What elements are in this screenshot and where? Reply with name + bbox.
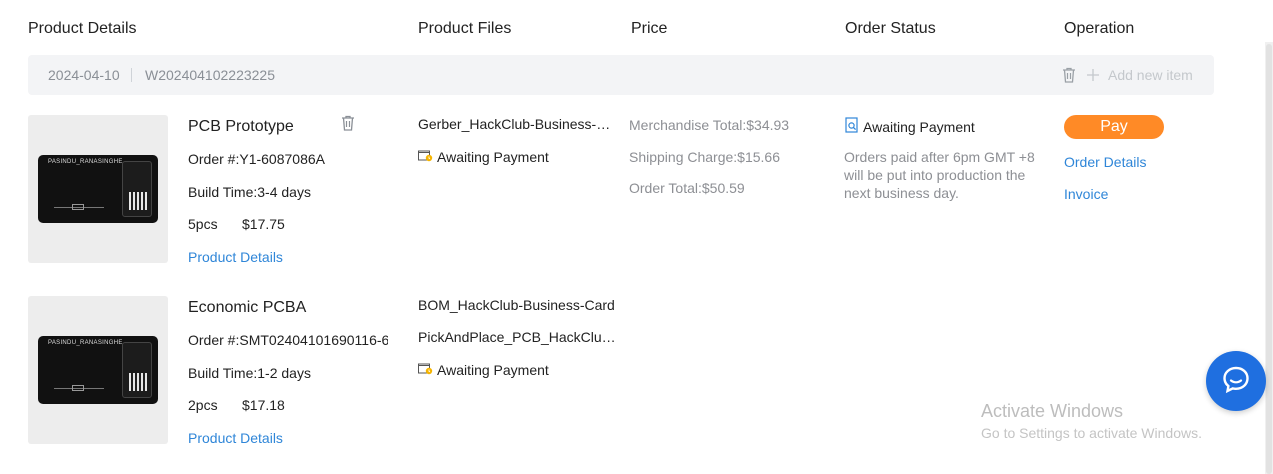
add-new-item-link[interactable]: Add new item: [1108, 67, 1193, 83]
product-title: PCB Prototype: [188, 118, 294, 135]
scrollbar-thumb[interactable]: [1266, 44, 1272, 474]
order-number: Order #:Y1-6087086A: [188, 151, 325, 167]
file-status: Awaiting Payment: [418, 149, 549, 165]
build-time: Build Time:1-2 days: [188, 365, 311, 381]
order-date: 2024-04-10: [48, 67, 120, 83]
chat-bubble-icon: [1221, 364, 1251, 399]
product-file-link[interactable]: BOM_HackClub-Business-Card: [418, 297, 616, 313]
order-id: W202404102223225: [145, 67, 276, 83]
delete-item-trash-icon[interactable]: [341, 115, 355, 136]
product-thumbnail: PASINDU_RANASINGHE: [28, 115, 168, 263]
header-product-files: Product Files: [418, 20, 512, 37]
item-price: $17.75: [242, 216, 285, 232]
plus-icon[interactable]: [1086, 68, 1100, 87]
product-title: Economic PCBA: [188, 299, 307, 316]
quantity: 2pcs: [188, 397, 218, 413]
build-time: Build Time:3-4 days: [188, 184, 311, 200]
header-price: Price: [631, 20, 668, 37]
pay-button[interactable]: Pay: [1064, 115, 1164, 139]
invoice-link[interactable]: Invoice: [1064, 186, 1108, 202]
production-note: Orders paid after 6pm GMT +8 will be put…: [844, 149, 1035, 201]
shipping-charge: Shipping Charge:$15.66: [629, 149, 781, 165]
item-price: $17.18: [242, 397, 285, 413]
header-order-status: Order Status: [845, 20, 936, 37]
order-total: Order Total:$50.59: [629, 180, 745, 196]
delete-group-trash-icon[interactable]: [1062, 67, 1076, 88]
live-chat-button[interactable]: [1206, 351, 1266, 411]
divider: [131, 68, 132, 82]
product-file-link[interactable]: Gerber_HackClub-Business-Card: [418, 116, 616, 132]
search-document-icon: [845, 117, 859, 136]
pending-payment-icon: [418, 149, 433, 165]
file-status: Awaiting Payment: [418, 362, 549, 378]
pcb-board-image: PASINDU_RANASINGHE: [38, 336, 158, 404]
product-thumbnail: PASINDU_RANASINGHE: [28, 296, 168, 444]
order-number: Order #:SMT02404101690116-6: [188, 332, 388, 348]
pending-payment-icon: [418, 362, 433, 378]
header-operation: Operation: [1064, 20, 1135, 37]
product-details-link[interactable]: Product Details: [188, 430, 283, 446]
quantity: 5pcs: [188, 216, 218, 232]
activation-watermark-title: Activate Windows: [981, 401, 1124, 421]
product-file-link[interactable]: PickAndPlace_PCB_HackClub-Business-Card: [418, 329, 616, 345]
pcb-board-image: PASINDU_RANASINGHE: [38, 155, 158, 223]
activation-watermark-subtitle: Go to Settings to activate Windows.: [981, 425, 1202, 441]
order-details-link[interactable]: Order Details: [1064, 154, 1146, 170]
order-status: Awaiting Payment: [845, 117, 975, 136]
header-product-details: Product Details: [28, 20, 137, 37]
merchandise-total: Merchandise Total:$34.93: [629, 117, 790, 133]
product-details-link[interactable]: Product Details: [188, 249, 283, 265]
